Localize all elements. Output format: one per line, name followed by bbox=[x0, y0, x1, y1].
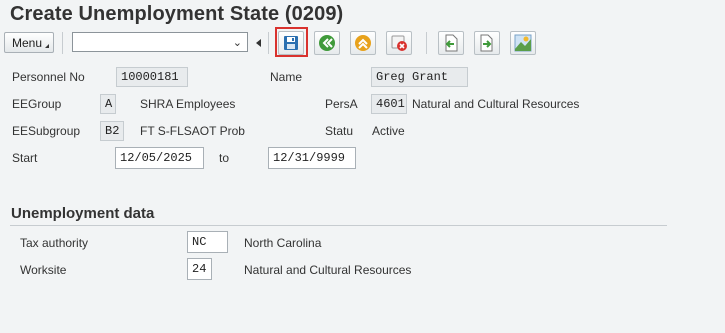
personnel-no-field: 10000181 bbox=[116, 67, 188, 87]
menu-label: Menu bbox=[12, 36, 43, 50]
eesubgroup-label: EESubgroup bbox=[12, 124, 81, 138]
section-divider bbox=[10, 225, 667, 226]
eegroup-field: A bbox=[100, 94, 116, 114]
page-title: Create Unemployment State (0209) bbox=[10, 3, 344, 25]
menu-button[interactable]: Menu bbox=[4, 32, 54, 53]
chevron-down-icon[interactable]: ⌄ bbox=[233, 36, 242, 49]
back-button[interactable] bbox=[314, 31, 340, 55]
tax-authority-label: Tax authority bbox=[20, 236, 89, 250]
name-field: Greg Grant bbox=[371, 67, 468, 87]
persa-text: Natural and Cultural Resources bbox=[412, 97, 580, 111]
exit-button[interactable] bbox=[350, 31, 376, 55]
toolbar-separator bbox=[62, 32, 63, 54]
worksite-input[interactable]: 24 bbox=[187, 258, 212, 280]
back-icon bbox=[319, 35, 335, 51]
cancel-icon bbox=[391, 35, 407, 51]
toolbar-separator bbox=[426, 32, 427, 54]
menu-dropdown-icon bbox=[41, 44, 49, 48]
start-date-input[interactable]: 12/05/2025 bbox=[115, 147, 204, 169]
tax-authority-text: North Carolina bbox=[244, 236, 322, 250]
end-date-input[interactable]: 12/31/9999 bbox=[268, 147, 356, 169]
next-record-icon bbox=[480, 34, 493, 52]
cancel-button[interactable] bbox=[386, 31, 412, 55]
persa-label: PersA bbox=[325, 97, 358, 111]
save-button-highlight bbox=[275, 27, 308, 57]
worksite-label: Worksite bbox=[20, 263, 67, 277]
collapse-arrow-icon[interactable] bbox=[256, 39, 261, 47]
eegroup-text: SHRA Employees bbox=[140, 97, 236, 111]
next-record-button[interactable] bbox=[474, 31, 500, 55]
name-label: Name bbox=[270, 70, 303, 84]
status-value: Active bbox=[372, 124, 405, 138]
persa-field: 4601 bbox=[371, 94, 407, 114]
command-field[interactable]: ⌄ bbox=[72, 32, 248, 52]
exit-icon bbox=[355, 35, 371, 51]
previous-record-icon bbox=[445, 34, 458, 52]
to-label: to bbox=[219, 151, 230, 165]
overview-icon bbox=[514, 34, 532, 52]
overview-button[interactable] bbox=[510, 31, 536, 55]
start-label: Start bbox=[12, 151, 38, 165]
status-label: Statu bbox=[325, 124, 354, 138]
previous-record-button[interactable] bbox=[438, 31, 464, 55]
eesubgroup-field: B2 bbox=[100, 121, 124, 141]
eegroup-label: EEGroup bbox=[12, 97, 62, 111]
section-title: Unemployment data bbox=[11, 205, 155, 222]
personnel-no-label: Personnel No bbox=[12, 70, 85, 84]
tax-authority-input[interactable]: NC bbox=[187, 231, 228, 253]
eesubgroup-text: FT S-FLSAOT Prob bbox=[140, 124, 245, 138]
toolbar: Menu ⌄ bbox=[0, 29, 725, 59]
toolbar-separator bbox=[268, 32, 269, 54]
worksite-text: Natural and Cultural Resources bbox=[244, 263, 412, 277]
